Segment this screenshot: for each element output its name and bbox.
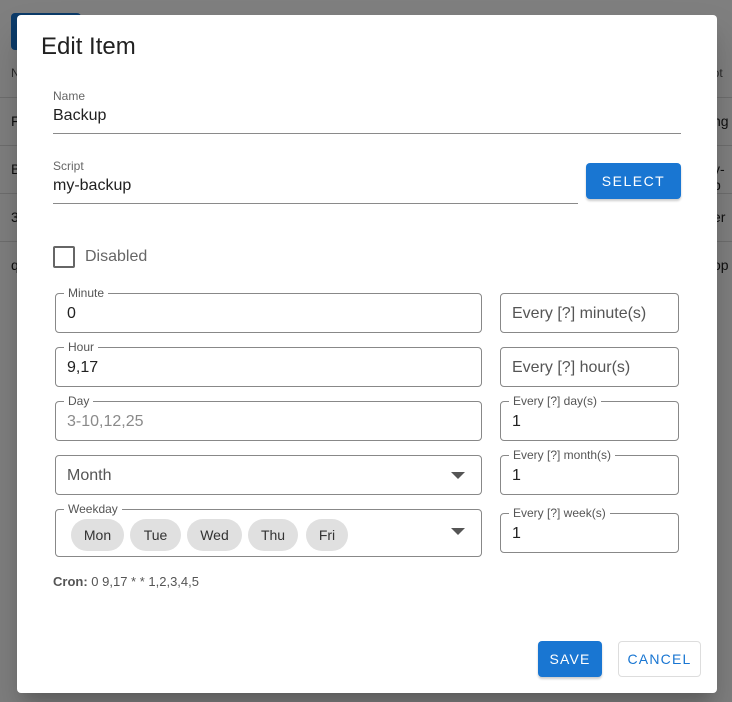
weekday-chip-wed[interactable]: Wed — [187, 519, 242, 551]
cron-value: 0 9,17 * * 1,2,3,4,5 — [91, 574, 199, 589]
name-underline — [53, 133, 681, 134]
every-week-field[interactable]: Every [?] week(s) 1 — [500, 506, 679, 553]
dialog-title: Edit Item — [41, 33, 136, 60]
name-field[interactable]: Name Backup — [53, 89, 681, 134]
minute-label: Minute — [64, 286, 109, 300]
day-label: Day — [64, 394, 94, 408]
script-value[interactable]: my-backup — [53, 177, 131, 195]
every-month-label: Every [?] month(s) — [509, 448, 616, 462]
select-script-button[interactable]: SELECT — [586, 163, 681, 199]
every-minute-placeholder: Every [?] minute(s) — [512, 305, 647, 322]
every-day-field[interactable]: Every [?] day(s) 1 — [500, 394, 679, 441]
every-hour-field[interactable]: Every [?] hour(s) — [500, 347, 679, 387]
hour-field[interactable]: Hour 9,17 — [55, 340, 482, 387]
disabled-label[interactable]: Disabled — [85, 248, 147, 266]
every-week-value[interactable]: 1 — [512, 525, 521, 543]
every-day-value[interactable]: 1 — [512, 413, 521, 431]
cancel-button[interactable]: CANCEL — [618, 641, 701, 677]
weekday-chip-tue[interactable]: Tue — [130, 519, 181, 551]
disabled-checkbox[interactable] — [53, 246, 75, 268]
edit-item-dialog: Edit Item Name Backup Script my-backup S… — [17, 15, 717, 693]
cron-label: Cron: — [53, 574, 88, 589]
arrow-drop-down-icon[interactable] — [451, 472, 465, 479]
every-minute-field[interactable]: Every [?] minute(s) — [500, 293, 679, 333]
every-month-field[interactable]: Every [?] month(s) 1 — [500, 448, 679, 495]
name-value[interactable]: Backup — [53, 107, 106, 125]
hour-value[interactable]: 9,17 — [67, 359, 98, 377]
every-month-value[interactable]: 1 — [512, 467, 521, 485]
cron-expression: Cron: 0 9,17 * * 1,2,3,4,5 — [53, 574, 199, 589]
weekday-select[interactable]: Weekday Mon Tue Wed Thu Fri — [55, 502, 482, 557]
every-week-label: Every [?] week(s) — [509, 506, 610, 520]
name-label: Name — [53, 89, 86, 103]
script-label: Script — [53, 159, 84, 173]
every-hour-placeholder: Every [?] hour(s) — [512, 359, 631, 376]
weekday-label: Weekday — [64, 502, 122, 516]
hour-label: Hour — [64, 340, 99, 354]
save-button[interactable]: SAVE — [538, 641, 602, 677]
minute-value[interactable]: 0 — [67, 305, 76, 323]
minute-field[interactable]: Minute 0 — [55, 286, 482, 333]
weekday-chip-mon[interactable]: Mon — [71, 519, 124, 551]
weekday-chip-thu[interactable]: Thu — [248, 519, 298, 551]
month-select[interactable]: Month — [55, 455, 482, 495]
script-field[interactable]: Script my-backup — [53, 159, 578, 204]
weekday-chip-fri[interactable]: Fri — [306, 519, 348, 551]
day-value[interactable]: 3-10,12,25 — [67, 413, 144, 431]
month-placeholder: Month — [67, 467, 112, 484]
every-day-label: Every [?] day(s) — [509, 394, 602, 408]
arrow-drop-down-icon[interactable] — [451, 528, 465, 535]
script-underline — [53, 203, 578, 204]
day-field[interactable]: Day 3-10,12,25 — [55, 394, 482, 441]
